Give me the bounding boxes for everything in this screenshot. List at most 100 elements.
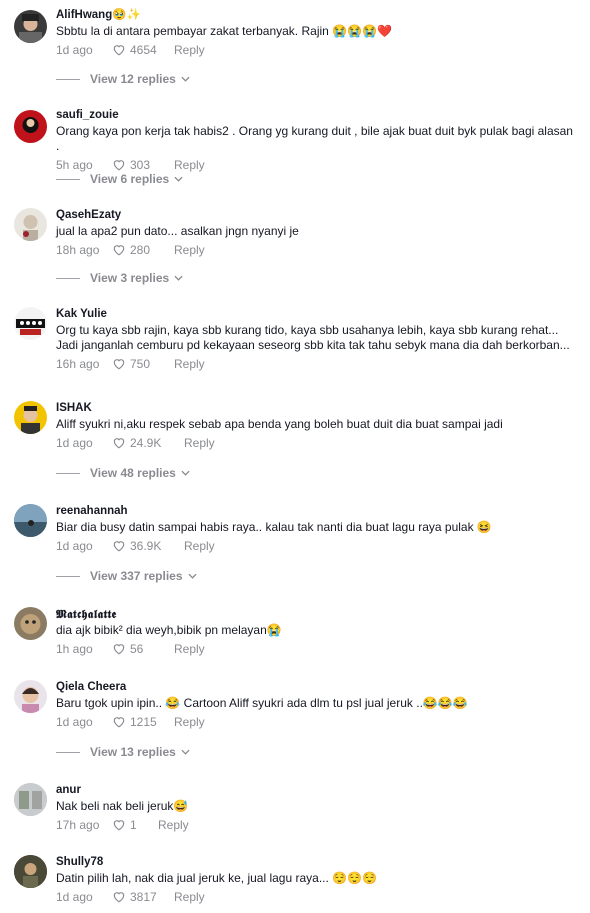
comment-text: Datin pilih lah, nak dia jual jeruk ke, …	[56, 871, 377, 885]
like-button[interactable]: 750	[112, 357, 174, 371]
avatar[interactable]	[14, 607, 47, 640]
avatar[interactable]	[14, 783, 47, 816]
like-count: 280	[130, 242, 151, 257]
view-replies-label: View 48 replies	[90, 466, 176, 480]
like-button[interactable]: 1215	[112, 715, 174, 729]
heart-icon	[113, 245, 125, 256]
like-count: 1	[130, 817, 137, 832]
divider-line	[56, 277, 80, 279]
comment-username[interactable]: Qiela Cheera	[56, 680, 576, 695]
like-button[interactable]: 303	[112, 158, 174, 172]
chevron-down-icon	[181, 470, 190, 476]
comment-time: 5h ago	[56, 157, 93, 172]
like-count: 1215	[130, 714, 157, 729]
avatar[interactable]	[14, 307, 47, 340]
heart-icon	[113, 438, 125, 449]
view-replies-button[interactable]: View 13 replies	[56, 745, 190, 759]
like-count: 4654	[130, 42, 157, 57]
view-replies-label: View 12 replies	[90, 72, 176, 86]
avatar[interactable]	[14, 504, 47, 537]
like-button[interactable]: 56	[112, 642, 174, 656]
reply-button[interactable]: Reply	[174, 715, 205, 729]
comment-text: Orang kaya pon kerja tak habis2 . Orang …	[56, 124, 573, 153]
like-count: 750	[130, 356, 151, 371]
heart-icon	[113, 644, 125, 655]
like-count: 24.9K	[130, 435, 162, 450]
view-replies-button[interactable]: View 12 replies	[56, 72, 190, 86]
like-count: 56	[130, 641, 144, 656]
comment-time: 1d ago	[56, 42, 93, 57]
like-button[interactable]: 4654	[112, 43, 174, 57]
heart-icon	[113, 45, 125, 56]
comment-username[interactable]: AlifHwang🥹✨	[56, 8, 576, 23]
comment-username[interactable]: QasehEzaty	[56, 208, 576, 223]
heart-icon	[113, 820, 125, 831]
reply-button[interactable]: Reply	[184, 436, 215, 450]
reply-button[interactable]: Reply	[184, 539, 215, 553]
comment-time: 1h ago	[56, 641, 93, 656]
reply-button[interactable]: Reply	[158, 818, 189, 832]
comment-username[interactable]: Shully78	[56, 855, 576, 870]
reply-button[interactable]: Reply	[174, 642, 205, 656]
comment-username[interactable]: reenahannah	[56, 504, 576, 519]
comment-text: Nak beli nak beli jeruk😅	[56, 799, 189, 813]
reply-button[interactable]: Reply	[174, 243, 205, 257]
comment-time: 17h ago	[56, 817, 100, 832]
chevron-down-icon	[181, 749, 190, 755]
like-button[interactable]: 280	[112, 243, 174, 257]
like-button[interactable]: 3817	[112, 890, 174, 904]
reply-button[interactable]: Reply	[174, 357, 205, 371]
chevron-down-icon	[187, 573, 197, 579]
reply-button[interactable]: Reply	[174, 43, 205, 57]
comment-time: 1d ago	[56, 435, 93, 450]
comment-username[interactable]: ISHAK	[56, 401, 576, 416]
heart-icon	[113, 160, 125, 171]
comment-text: Org tu kaya sbb rajin, kaya sbb kurang t…	[56, 323, 570, 352]
reply-button[interactable]: Reply	[174, 158, 205, 172]
view-replies-button[interactable]: View 3 replies	[56, 271, 183, 285]
comment-text: jual la apa2 pun dato... asalkan jngn ny…	[56, 224, 299, 238]
avatar[interactable]	[14, 855, 47, 888]
comment-username[interactable]: saufi_zouie	[56, 108, 576, 123]
heart-icon	[113, 541, 125, 552]
comment-text: Baru tgok upin ipin.. 😂 Cartoon Aliff sy…	[56, 696, 468, 710]
view-replies-label: View 13 replies	[90, 745, 176, 759]
avatar[interactable]	[14, 110, 47, 143]
chevron-down-icon	[174, 275, 183, 281]
divider-line	[56, 575, 80, 577]
view-replies-label: View 337 replies	[90, 569, 183, 583]
comment-text: Aliff syukri ni,aku respek sebab apa ben…	[56, 417, 503, 431]
avatar[interactable]	[14, 10, 47, 43]
avatar[interactable]	[14, 680, 47, 713]
comment-time: 1d ago	[56, 889, 93, 904]
view-replies-button[interactable]: View 337 replies	[56, 569, 197, 583]
comment-time: 1d ago	[56, 714, 93, 729]
comment-text: dia ajk bibik² dia weyh,bibik pn melayan…	[56, 623, 282, 637]
like-button[interactable]: 24.9K	[112, 436, 184, 450]
avatar[interactable]	[14, 401, 47, 434]
reply-button[interactable]: Reply	[174, 890, 205, 904]
divider-line	[56, 178, 80, 180]
comment-text: Biar dia busy datin sampai habis raya.. …	[56, 520, 492, 534]
like-count: 36.9K	[130, 538, 162, 553]
like-count: 3817	[130, 889, 157, 904]
view-replies-button[interactable]: View 6 replies	[56, 172, 183, 186]
view-replies-label: View 3 replies	[90, 271, 170, 285]
view-replies-button[interactable]: View 48 replies	[56, 466, 190, 480]
heart-icon	[113, 359, 125, 370]
chevron-down-icon	[181, 76, 190, 82]
chevron-down-icon	[174, 176, 183, 182]
like-button[interactable]: 1	[112, 818, 158, 832]
comment-text: Sbbtu la di antara pembayar zakat terban…	[56, 24, 392, 38]
comment-username[interactable]: anur	[56, 783, 576, 798]
like-count: 303	[130, 157, 151, 172]
comment-time: 18h ago	[56, 242, 100, 257]
view-replies-label: View 6 replies	[90, 172, 170, 186]
divider-line	[56, 751, 80, 753]
avatar[interactable]	[14, 208, 47, 241]
like-button[interactable]: 36.9K	[112, 539, 184, 553]
heart-icon	[113, 717, 125, 728]
comment-username[interactable]: Kak Yulie	[56, 307, 576, 322]
heart-icon	[113, 892, 125, 903]
comment-username[interactable]: 𝕸𝖆𝖙𝖈𝖍𝖆𝖑𝖆𝖙𝖙𝖊	[56, 607, 576, 622]
